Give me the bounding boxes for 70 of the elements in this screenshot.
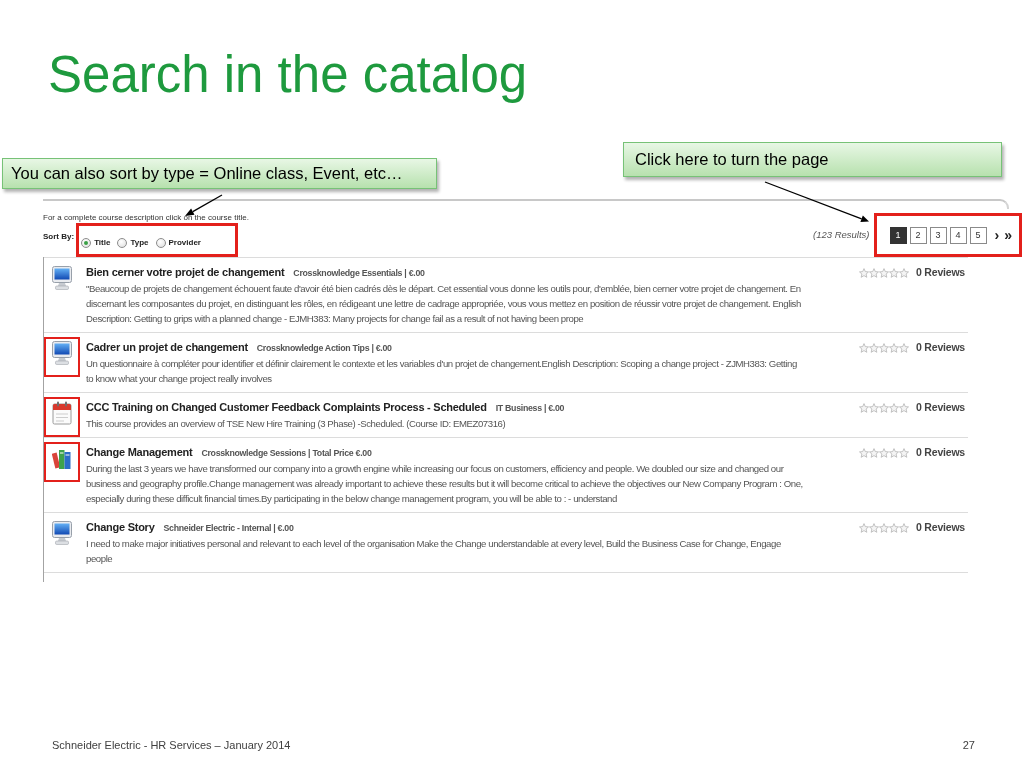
- star-icon: [889, 267, 899, 278]
- reviews-count: 0 Reviews: [916, 400, 965, 415]
- callout-note: Click here to turn the page: [623, 142, 1002, 177]
- star-icon: [869, 402, 879, 413]
- course-description: I need to make major initiatives personal and relevant to each level of the organisation Make the Change understandable at every level, Build the Business Case for Change, Engage people: [86, 537, 782, 566]
- star-icon: [879, 342, 889, 353]
- reviews-count: 0 Reviews: [916, 265, 965, 280]
- star-icon: [899, 342, 909, 353]
- course-title-link[interactable]: CCC Training on Changed Customer Feedback Complaints Process - Scheduled: [86, 400, 487, 415]
- reviews-count: 0 Reviews: [916, 340, 965, 355]
- star-icon: [889, 447, 899, 458]
- computer-monitor-icon: [52, 521, 72, 545]
- star-icon: [879, 522, 889, 533]
- next-page-button[interactable]: ›: [993, 226, 1001, 244]
- star-icon: [889, 522, 899, 533]
- star-icon: [859, 447, 869, 458]
- instruction-text: For a complete course description click on the course title.: [43, 212, 249, 223]
- radio-label[interactable]: Provider: [168, 236, 201, 249]
- radio-label[interactable]: Type: [130, 236, 149, 249]
- page-button[interactable]: 5: [969, 226, 987, 244]
- star-icon: [899, 267, 909, 278]
- course-provider-price: Crossknowledge Sessions | Total Price €.00: [201, 447, 372, 460]
- star-icon: [869, 267, 879, 278]
- course-description: "Beaucoup de projets de changement échouent faute d'avoir été bien cadrés dès le départ. Cet essential vous donne les outils pour, d'emblée, bien cerner votre projet de changement. En discernant les composantes du projet, en distinguant les rôles, en rédigeant une lettre de cadrage appropriée, vous vous mettez en position de réussir votre projet de changement. English Description: Getting to grips with a planned change - EJMH383: Many projects for change fail as a result of not having been prope: [86, 282, 802, 326]
- star-icon: [889, 342, 899, 353]
- page-button[interactable]: 1: [889, 226, 907, 244]
- page-number: 27: [962, 738, 975, 752]
- radio-label[interactable]: Title: [94, 236, 111, 249]
- page-button[interactable]: 2: [909, 226, 927, 244]
- pointer-arrow: [185, 194, 223, 216]
- star-icon: [859, 267, 869, 278]
- star-icon: [889, 402, 899, 413]
- star-icon: [879, 447, 889, 458]
- star-icon: [899, 522, 909, 533]
- sort-label: Sort By:: [43, 231, 75, 243]
- radio-button[interactable]: [81, 237, 92, 248]
- star-icon: [869, 342, 879, 353]
- course-provider-price: IT Business | €.00: [495, 402, 565, 415]
- course-description: Un questionnaire à compléter pour identifier et définir clairement le contexte et les variables d'un projet de changement.English Description: Scoping a change project - ZJMH383: Getting to know what your change project really involves: [86, 357, 798, 386]
- page-button[interactable]: 3: [929, 226, 947, 244]
- footer-text: Schneider Electric - HR Services – January 2014: [52, 738, 291, 752]
- last-page-button[interactable]: »: [1003, 226, 1013, 244]
- computer-monitor-icon: [52, 266, 72, 290]
- radio-button[interactable]: [117, 237, 128, 248]
- reviews-count: 0 Reviews: [916, 445, 965, 460]
- star-icon: [899, 447, 909, 458]
- course-title-link[interactable]: Change Management: [86, 445, 193, 460]
- page-button[interactable]: 4: [949, 226, 967, 244]
- course-description: During the last 3 years we have transformed our company into a growth engine while increasing our focus on customers, efficiency and people. We doubled our size and changed our business and geography profile.Change management was already important to achieve these results but it will become critical to achieve the objectives our New Company Program : One, especially during these difficult financial times.By participating in the below change management program, you will be able to : - understand: [86, 462, 804, 506]
- star-icon: [869, 522, 879, 533]
- course-title-link[interactable]: Bien cerner votre projet de changement: [86, 265, 285, 280]
- course-provider-price: Crossknowledge Essentials | €.00: [293, 267, 425, 280]
- results-count: (123 Results): [813, 229, 870, 241]
- course-title-link[interactable]: Change Story: [86, 520, 155, 535]
- course-provider-price: Crossknowledge Action Tips | €.00: [256, 342, 392, 355]
- callout-note: You can also sort by type = Online class, Event, etc…: [2, 158, 437, 189]
- computer-monitor-icon: [52, 341, 72, 365]
- star-icon: [899, 402, 909, 413]
- course-provider-price: Schneider Electric - Internal | €.00: [163, 522, 294, 535]
- radio-button[interactable]: [155, 237, 166, 248]
- star-icon: [879, 402, 889, 413]
- star-icon: [859, 522, 869, 533]
- star-icon: [869, 447, 879, 458]
- course-title-link[interactable]: Cadrer un projet de changement: [86, 340, 248, 355]
- star-icon: [859, 342, 869, 353]
- course-description: This course provides an overview of TSE New Hire Training (3 Phase) -Scheduled. (Course ID: EMEZ07316): [86, 417, 507, 431]
- reviews-count: 0 Reviews: [916, 520, 965, 535]
- star-icon: [879, 267, 889, 278]
- calendar-icon: [52, 401, 72, 425]
- star-icon: [859, 402, 869, 413]
